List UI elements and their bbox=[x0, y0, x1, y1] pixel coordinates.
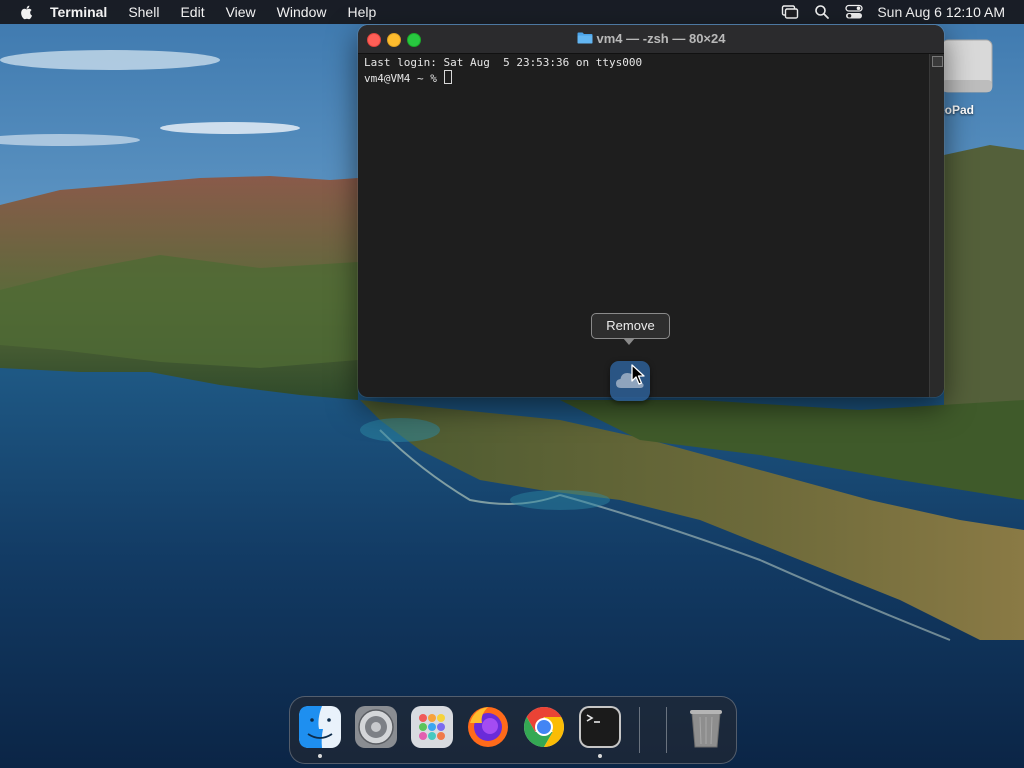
screen-mirroring-icon[interactable] bbox=[781, 3, 799, 21]
control-center-icon[interactable] bbox=[845, 3, 863, 21]
dock bbox=[289, 696, 737, 764]
scrollbar-split-icon[interactable] bbox=[932, 56, 943, 67]
terminal-running-indicator bbox=[598, 754, 602, 758]
menu-app-terminal[interactable]: Terminal bbox=[50, 4, 107, 20]
spotlight-search-icon[interactable] bbox=[813, 3, 831, 21]
shell-prompt: vm4@VM4 ~ % bbox=[364, 72, 444, 85]
terminal-window[interactable]: vm4 — -zsh — 80×24 Last login: Sat Aug 5… bbox=[358, 25, 944, 397]
remove-tooltip: Remove bbox=[591, 313, 670, 339]
dock-separator bbox=[666, 707, 667, 753]
mouse-pointer-icon bbox=[631, 364, 645, 385]
tooltip-arrow bbox=[623, 338, 635, 345]
last-login-line: Last login: Sat Aug 5 23:53:36 on ttys00… bbox=[364, 56, 643, 69]
menu-bar: Terminal Shell Edit View Window Help Sun… bbox=[0, 0, 1024, 24]
menu-shell[interactable]: Shell bbox=[128, 4, 159, 20]
finder-running-indicator bbox=[318, 754, 322, 758]
menu-bar-status-area: Sun Aug 6 12:10 AM bbox=[781, 0, 1024, 24]
terminal-titlebar[interactable]: vm4 — -zsh — 80×24 bbox=[358, 25, 944, 54]
apple-menu-icon[interactable] bbox=[18, 3, 36, 21]
window-title: vm4 — -zsh — 80×24 bbox=[358, 31, 944, 46]
menu-view[interactable]: View bbox=[226, 4, 256, 20]
trash-icon[interactable] bbox=[684, 705, 728, 749]
prompt-line[interactable]: vm4@VM4 ~ % bbox=[364, 70, 924, 86]
terminal-icon[interactable] bbox=[578, 705, 622, 749]
menu-help[interactable]: Help bbox=[347, 4, 376, 20]
firefox-icon[interactable] bbox=[466, 705, 510, 749]
chrome-icon[interactable] bbox=[522, 705, 566, 749]
finder-icon[interactable] bbox=[298, 705, 342, 749]
text-cursor bbox=[444, 70, 453, 84]
menu-bar-clock[interactable]: Sun Aug 6 12:10 AM bbox=[877, 4, 1005, 20]
menu-edit[interactable]: Edit bbox=[180, 4, 204, 20]
desktop-drive-icon[interactable] bbox=[936, 36, 996, 96]
window-title-text: vm4 — -zsh — 80×24 bbox=[596, 31, 726, 46]
dock-separator bbox=[639, 707, 640, 753]
folder-icon bbox=[577, 32, 592, 44]
system-preferences-icon[interactable] bbox=[354, 705, 398, 749]
launchpad-icon[interactable] bbox=[410, 705, 454, 749]
vertical-scrollbar[interactable] bbox=[929, 54, 944, 397]
menu-window[interactable]: Window bbox=[277, 4, 327, 20]
